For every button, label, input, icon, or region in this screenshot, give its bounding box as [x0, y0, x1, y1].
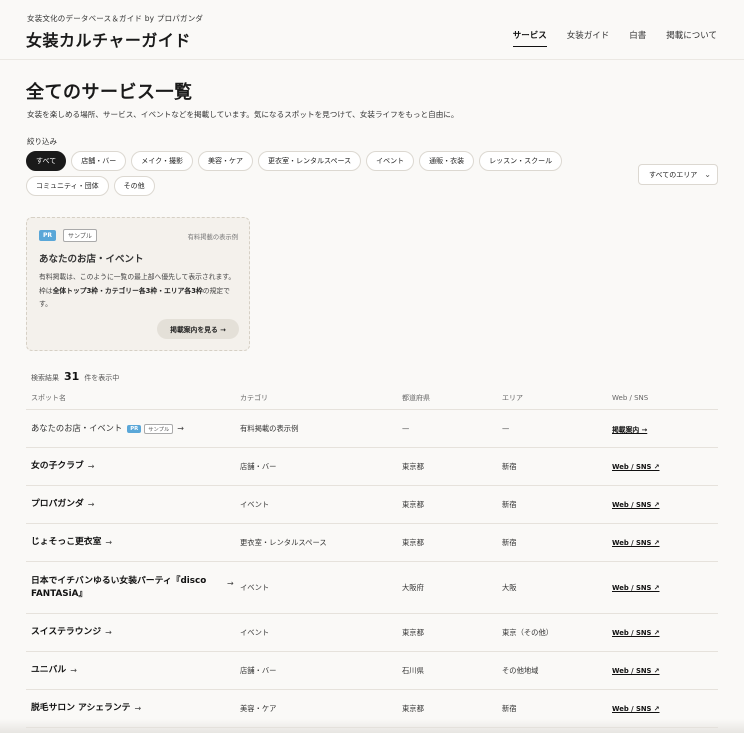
- table-row-pr[interactable]: あなたのお店・イベント PR サンプル → 有料掲載の表示例 — — 掲載案内 …: [26, 410, 718, 448]
- pr-sample-card: PR サンプル 有料掲載の表示例 あなたのお店・イベント 有料掲載は、このように…: [26, 217, 250, 351]
- arrow-right-icon: →: [105, 538, 113, 547]
- col-header-prefecture: 都道府県: [402, 394, 430, 402]
- category: 店舗・バー: [240, 665, 277, 675]
- table-row[interactable]: スイステラウンジ → イベント 東京都 東京（その他） Web / SNS ↗: [26, 614, 718, 652]
- area: 新宿: [502, 537, 517, 547]
- pr-card-description: 有料掲載は、このように一覧の最上部へ優先して表示されます。枠は全体トップ3枠・カ…: [39, 273, 236, 308]
- area-select[interactable]: すべてのエリア ⌄: [638, 164, 718, 185]
- arrow-right-icon: →: [87, 500, 95, 509]
- chevron-down-icon: ⌄: [704, 170, 711, 179]
- table-row[interactable]: じょそっこ更衣室 → 更衣室・レンタルスペース 東京都 新宿 Web / SNS …: [26, 524, 718, 562]
- col-header-area: エリア: [502, 394, 523, 402]
- sample-badge: サンプル: [63, 229, 97, 242]
- table-header: スポット名 カテゴリ 都道府県 エリア Web / SNS: [26, 387, 718, 410]
- pr-card-title: あなたのお店・イベント: [39, 254, 144, 265]
- arrow-right-icon: →: [105, 628, 112, 637]
- bottom-fade: [0, 719, 744, 733]
- table-row[interactable]: 女の子クラブ → 店舗・バー 東京都 新宿 Web / SNS ↗: [26, 448, 718, 486]
- spot-name[interactable]: プロパガンダ: [31, 498, 84, 511]
- category: イベント: [240, 627, 270, 637]
- chip-other[interactable]: その他: [113, 176, 155, 196]
- listing-info-link[interactable]: 掲載案内 →: [612, 426, 647, 434]
- chip-beauty-care[interactable]: 美容・ケア: [197, 151, 253, 171]
- result-count-number: 31: [64, 370, 80, 383]
- site-header: 女装文化のデータベース＆ガイド by プロパガンダ 女装カルチャーガイド サービ…: [0, 0, 744, 60]
- area-select-value: すべてのエリア: [649, 170, 698, 179]
- area: 新宿: [502, 703, 517, 713]
- area: 新宿: [502, 461, 517, 471]
- prefecture: 東京都: [402, 499, 424, 509]
- nav-item-whitepaper[interactable]: 白書: [629, 29, 646, 47]
- main-nav: サービス 女装ガイド 白書 掲載について: [512, 29, 717, 47]
- chip-dressing-room[interactable]: 更衣室・レンタルスペース: [257, 151, 362, 171]
- spot-name[interactable]: ユニバル: [31, 664, 66, 677]
- table-row[interactable]: プロパガンダ → イベント 東京都 新宿 Web / SNS ↗: [26, 486, 718, 524]
- page-lead: 女装を楽しめる場所、サービス、イベントなどを掲載しています。気になるスポットを見…: [27, 110, 459, 119]
- listing-info-button[interactable]: 掲載案内を見る →: [157, 319, 239, 339]
- pr-badge: PR: [127, 424, 142, 433]
- nav-item-about-listing[interactable]: 掲載について: [666, 29, 717, 47]
- page-title: 全てのサービス一覧: [26, 82, 193, 103]
- chip-makeup-photo[interactable]: メイク・撮影: [131, 151, 193, 171]
- spot-name[interactable]: 日本でイチバンゆるい女装パーティ『disco FANTASiA』: [31, 575, 221, 601]
- category: イベント: [240, 582, 270, 592]
- site-tagline: 女装文化のデータベース＆ガイド by プロパガンダ: [27, 14, 204, 23]
- web-sns-link[interactable]: Web / SNS ↗: [612, 705, 660, 713]
- nav-item-guide[interactable]: 女装ガイド: [567, 29, 610, 47]
- area: その他地域: [502, 665, 539, 675]
- arrow-right-icon: →: [70, 666, 77, 675]
- spot-name[interactable]: スイステラウンジ: [31, 626, 101, 639]
- category: 有料掲載の表示例: [240, 423, 299, 433]
- chip-event[interactable]: イベント: [366, 151, 415, 171]
- category-filter: すべて 店舗・バー メイク・撮影 美容・ケア 更衣室・レンタルスペース イベント…: [26, 151, 566, 196]
- web-sns-link[interactable]: Web / SNS ↗: [612, 501, 660, 509]
- arrow-right-icon: →: [134, 704, 142, 713]
- prefecture: 東京都: [402, 703, 424, 713]
- prefecture: 東京都: [402, 537, 424, 547]
- pr-badge: PR: [39, 230, 57, 241]
- chip-shopping-costume[interactable]: 通販・衣装: [419, 151, 475, 171]
- spot-name[interactable]: あなたのお店・イベント: [31, 422, 122, 435]
- result-count: 検索結果 31 件を表示中: [31, 370, 120, 383]
- area: —: [502, 424, 510, 433]
- sample-badge: サンプル: [144, 423, 174, 434]
- chip-shop-bar[interactable]: 店舗・バー: [71, 151, 127, 171]
- category: 美容・ケア: [240, 703, 277, 713]
- nav-item-services[interactable]: サービス: [512, 29, 547, 47]
- chip-lesson-school[interactable]: レッスン・スクール: [479, 151, 563, 171]
- area: 東京（その他）: [502, 627, 554, 637]
- pr-note: 有料掲載の表示例: [187, 234, 238, 241]
- area: 新宿: [502, 499, 517, 509]
- prefecture: 石川県: [402, 665, 424, 675]
- chip-all[interactable]: すべて: [26, 151, 67, 171]
- spot-name[interactable]: じょそっこ更衣室: [31, 536, 101, 549]
- area: 大阪: [502, 582, 517, 592]
- prefecture: —: [402, 424, 410, 433]
- col-header-name: スポット名: [31, 394, 66, 402]
- category: 店舗・バー: [240, 461, 277, 471]
- prefecture: 大阪府: [402, 582, 424, 592]
- col-header-category: カテゴリ: [240, 394, 268, 402]
- category: イベント: [240, 499, 270, 509]
- table-row[interactable]: ユニバル → 店舗・バー 石川県 その他地域 Web / SNS ↗: [26, 652, 718, 690]
- web-sns-link[interactable]: Web / SNS ↗: [612, 539, 660, 547]
- web-sns-link[interactable]: Web / SNS ↗: [612, 584, 660, 592]
- arrow-right-icon: →: [177, 424, 184, 433]
- site-title[interactable]: 女装カルチャーガイド: [26, 27, 191, 51]
- spot-name[interactable]: 脱毛サロン アシェランテ: [31, 702, 130, 715]
- chip-community[interactable]: コミュニティ・団体: [26, 176, 109, 196]
- services-table: スポット名 カテゴリ 都道府県 エリア Web / SNS あなたのお店・イベン…: [26, 387, 718, 728]
- web-sns-link[interactable]: Web / SNS ↗: [612, 667, 660, 675]
- arrow-right-icon: →: [227, 578, 234, 588]
- web-sns-link[interactable]: Web / SNS ↗: [612, 463, 660, 471]
- spot-name[interactable]: 女の子クラブ: [31, 460, 84, 473]
- category: 更衣室・レンタルスペース: [240, 537, 327, 547]
- filter-label: 絞り込み: [27, 137, 57, 146]
- web-sns-link[interactable]: Web / SNS ↗: [612, 629, 660, 637]
- table-row[interactable]: 日本でイチバンゆるい女装パーティ『disco FANTASiA』 → イベント 大…: [26, 562, 718, 614]
- arrow-right-icon: →: [87, 462, 95, 471]
- col-header-web: Web / SNS: [612, 394, 649, 402]
- prefecture: 東京都: [402, 627, 424, 637]
- prefecture: 東京都: [402, 461, 424, 471]
